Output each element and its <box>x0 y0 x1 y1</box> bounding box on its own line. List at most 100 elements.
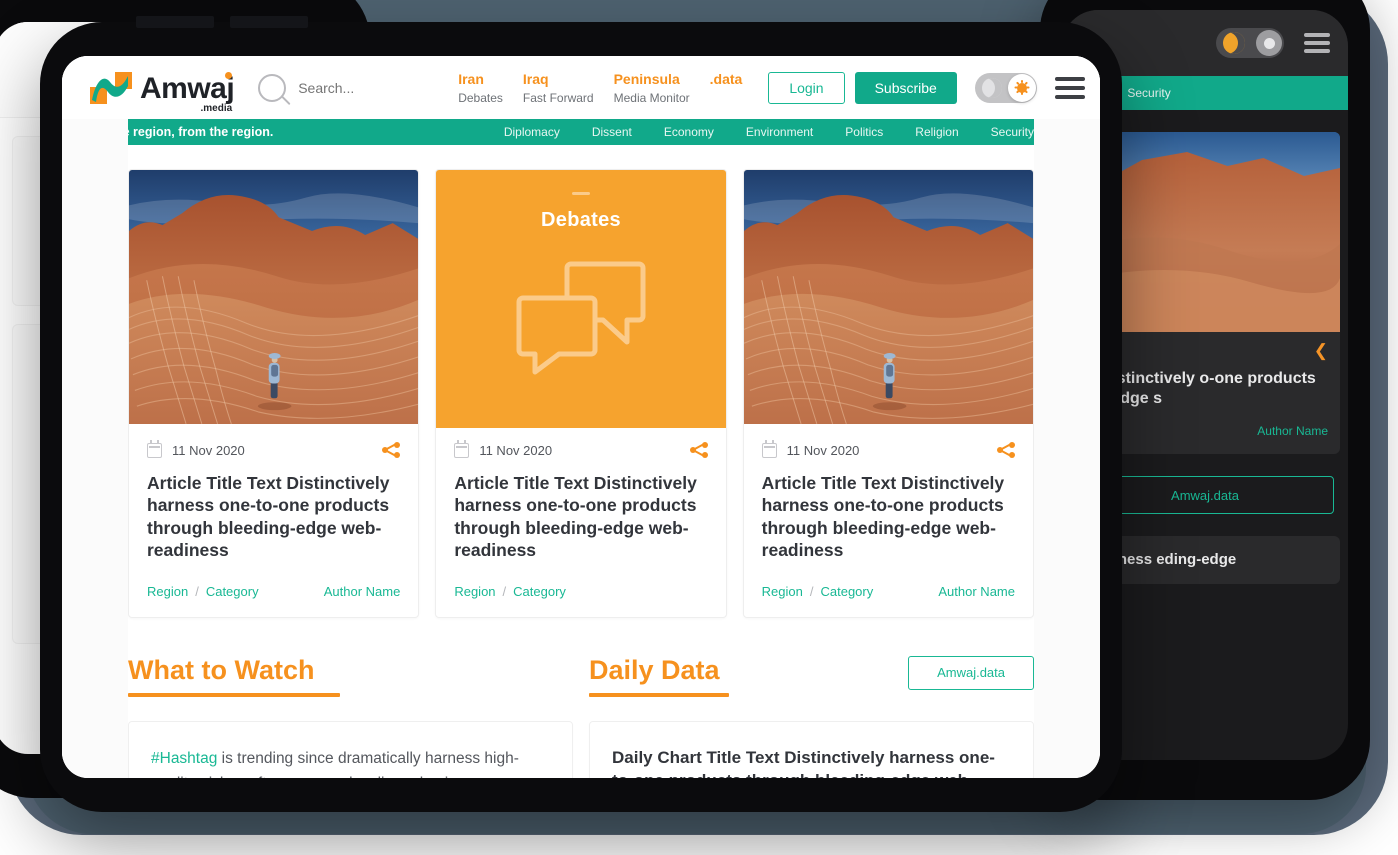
nav-link-iran[interactable]: Iran <box>458 71 484 87</box>
hamburger-menu-icon[interactable] <box>1054 72 1085 104</box>
daily-data-header: Daily Data Amwaj.data <box>589 655 1034 697</box>
nav-link-fast-forward[interactable]: Fast Forward <box>523 91 594 105</box>
article-footer: Region / Category Author Name <box>147 562 400 599</box>
article-region[interactable]: Region <box>147 584 188 599</box>
share-icon[interactable] <box>689 442 708 458</box>
title-underline <box>589 692 729 697</box>
speech-bubbles-icon <box>515 258 647 381</box>
promo-divider <box>571 192 590 195</box>
toggle-knob <box>1007 73 1036 102</box>
nav-link-iraq[interactable]: Iraq <box>523 71 549 87</box>
article-title[interactable]: Article Title Text Distinctively harness… <box>147 472 400 562</box>
section-link-politics[interactable]: Politics <box>845 125 883 139</box>
site-logo[interactable]: Amwaj .media <box>90 71 235 114</box>
article-date: 11 Nov 2020 <box>172 442 245 458</box>
section-nav: Diplomacy Dissent Economy Environment Po… <box>504 125 1100 139</box>
section-link-environment[interactable]: Environment <box>746 125 813 139</box>
amwaj-data-button[interactable]: Amwaj.data <box>908 655 1034 690</box>
title-underline <box>128 692 340 697</box>
sun-icon <box>1263 37 1275 49</box>
main-device: Amwaj .media Iran Debates <box>40 16 1122 812</box>
nav-column-iraq: Iraq Fast Forward <box>523 71 594 105</box>
main-volume-button-down[interactable] <box>230 16 308 28</box>
site-header: Amwaj .media Iran Debates <box>62 56 1100 119</box>
article-footer: Region / Category <box>454 562 707 599</box>
moon-icon <box>1223 32 1245 54</box>
article-category[interactable]: Category <box>206 584 259 599</box>
toggle-knob <box>1256 30 1282 56</box>
section-link-security[interactable]: Security <box>991 125 1034 139</box>
page-right-gutter <box>1034 56 1100 778</box>
article-category[interactable]: Category <box>820 584 873 599</box>
search-input[interactable] <box>298 79 459 96</box>
dark-ribbon-link-security[interactable]: Security <box>1127 86 1170 100</box>
article-title[interactable]: Article Title Text Distinctively harness… <box>454 472 707 562</box>
debates-promo-tile[interactable]: Debates <box>436 170 726 428</box>
nav-link-data[interactable]: .data <box>710 71 743 87</box>
article-meta: 11 Nov 2020 <box>454 440 708 458</box>
hashtag-link[interactable]: #Hashtag <box>151 750 217 767</box>
page-left-gutter <box>62 56 128 778</box>
primary-nav: Iran Debates Iraq Fast Forward Peninsula… <box>458 71 742 105</box>
dark-hamburger-menu-icon[interactable] <box>1304 29 1330 57</box>
separator: / <box>195 583 199 599</box>
screenshot-stage: on Security <box>0 0 1398 855</box>
article-card[interactable]: 11 Nov 2020 Article Title Text Distincti… <box>128 169 420 618</box>
what-to-watch-panel: #Hashtag is trending since dramatically … <box>128 720 573 778</box>
logo-mark-icon <box>90 71 132 104</box>
calendar-icon <box>454 440 470 458</box>
what-to-watch-title: What to Watch <box>128 654 315 685</box>
theme-toggle[interactable] <box>974 72 1037 103</box>
article-card-body: 11 Nov 2020 Article Title Text Distincti… <box>744 428 1033 617</box>
separator: / <box>809 583 814 599</box>
article-card-row: 11 Nov 2020 Article Title Text Distincti… <box>128 169 1034 618</box>
article-region[interactable]: Region <box>454 584 495 599</box>
logo-wordmark: Amwaj .media <box>140 71 235 114</box>
article-author[interactable]: Author Name <box>324 584 401 599</box>
tagline-ribbon: On the region, from the region. Diplomac… <box>62 119 1100 145</box>
nav-column-peninsula: Peninsula Media Monitor <box>614 71 690 105</box>
article-meta: 11 Nov 2020 <box>147 440 401 458</box>
subscribe-button[interactable]: Subscribe <box>854 71 957 104</box>
webpage: Amwaj .media Iran Debates <box>62 56 1100 778</box>
calendar-icon <box>147 440 162 458</box>
article-region[interactable]: Region <box>762 584 803 599</box>
article-meta: 11 Nov 2020 <box>761 440 1015 458</box>
login-button[interactable]: Login <box>768 71 845 104</box>
what-to-watch-section: What to Watch #Hashtag is trending since… <box>128 654 573 778</box>
article-card-body: 11 Nov 2020 Article Title Text Distincti… <box>436 428 725 617</box>
promo-inner: Debates <box>436 170 726 428</box>
article-title[interactable]: Article Title Text Distinctively harness… <box>762 472 1015 562</box>
section-link-religion[interactable]: Religion <box>915 125 958 139</box>
nav-link-peninsula[interactable]: Peninsula <box>614 71 680 87</box>
nav-link-media-monitor[interactable]: Media Monitor <box>614 91 690 105</box>
search-icon[interactable] <box>258 73 287 102</box>
section-link-diplomacy[interactable]: Diplomacy <box>504 125 560 139</box>
logo-name: Amwaj <box>140 71 235 105</box>
logo-dot-icon <box>225 71 233 79</box>
article-footer: Region / Category Author Name <box>762 562 1015 599</box>
main-device-screen: Amwaj .media Iran Debates <box>62 56 1100 778</box>
logo-suffix: .media <box>200 102 233 114</box>
section-link-dissent[interactable]: Dissent <box>592 125 632 139</box>
nav-link-debates[interactable]: Debates <box>458 91 503 105</box>
what-to-watch-header: What to Watch <box>128 654 573 697</box>
dark-theme-toggle[interactable] <box>1216 28 1284 58</box>
article-photo-desert-wave <box>743 170 1033 428</box>
article-card[interactable]: 11 Nov 2020 Article Title Text Distincti… <box>742 169 1034 618</box>
calendar-icon <box>761 440 777 458</box>
share-icon[interactable] <box>382 442 401 458</box>
article-category[interactable]: Category <box>513 584 566 599</box>
article-date: 11 Nov 2020 <box>786 442 860 458</box>
share-icon[interactable] <box>996 442 1015 458</box>
section-link-economy[interactable]: Economy <box>664 125 714 139</box>
separator: / <box>502 583 507 599</box>
article-author[interactable]: Author Name <box>938 584 1015 599</box>
moon-icon <box>981 77 1002 98</box>
what-to-watch-body: #Hashtag is trending since dramatically … <box>151 746 550 778</box>
article-card[interactable]: Debates 11 Nov 2020 Article Title Text D… <box>435 169 727 618</box>
main-volume-button-up[interactable] <box>136 16 214 28</box>
nav-column-data: .data <box>710 71 743 105</box>
daily-data-panel: Daily Chart Title Text Distinctively har… <box>589 720 1034 778</box>
sun-icon <box>1016 80 1027 95</box>
